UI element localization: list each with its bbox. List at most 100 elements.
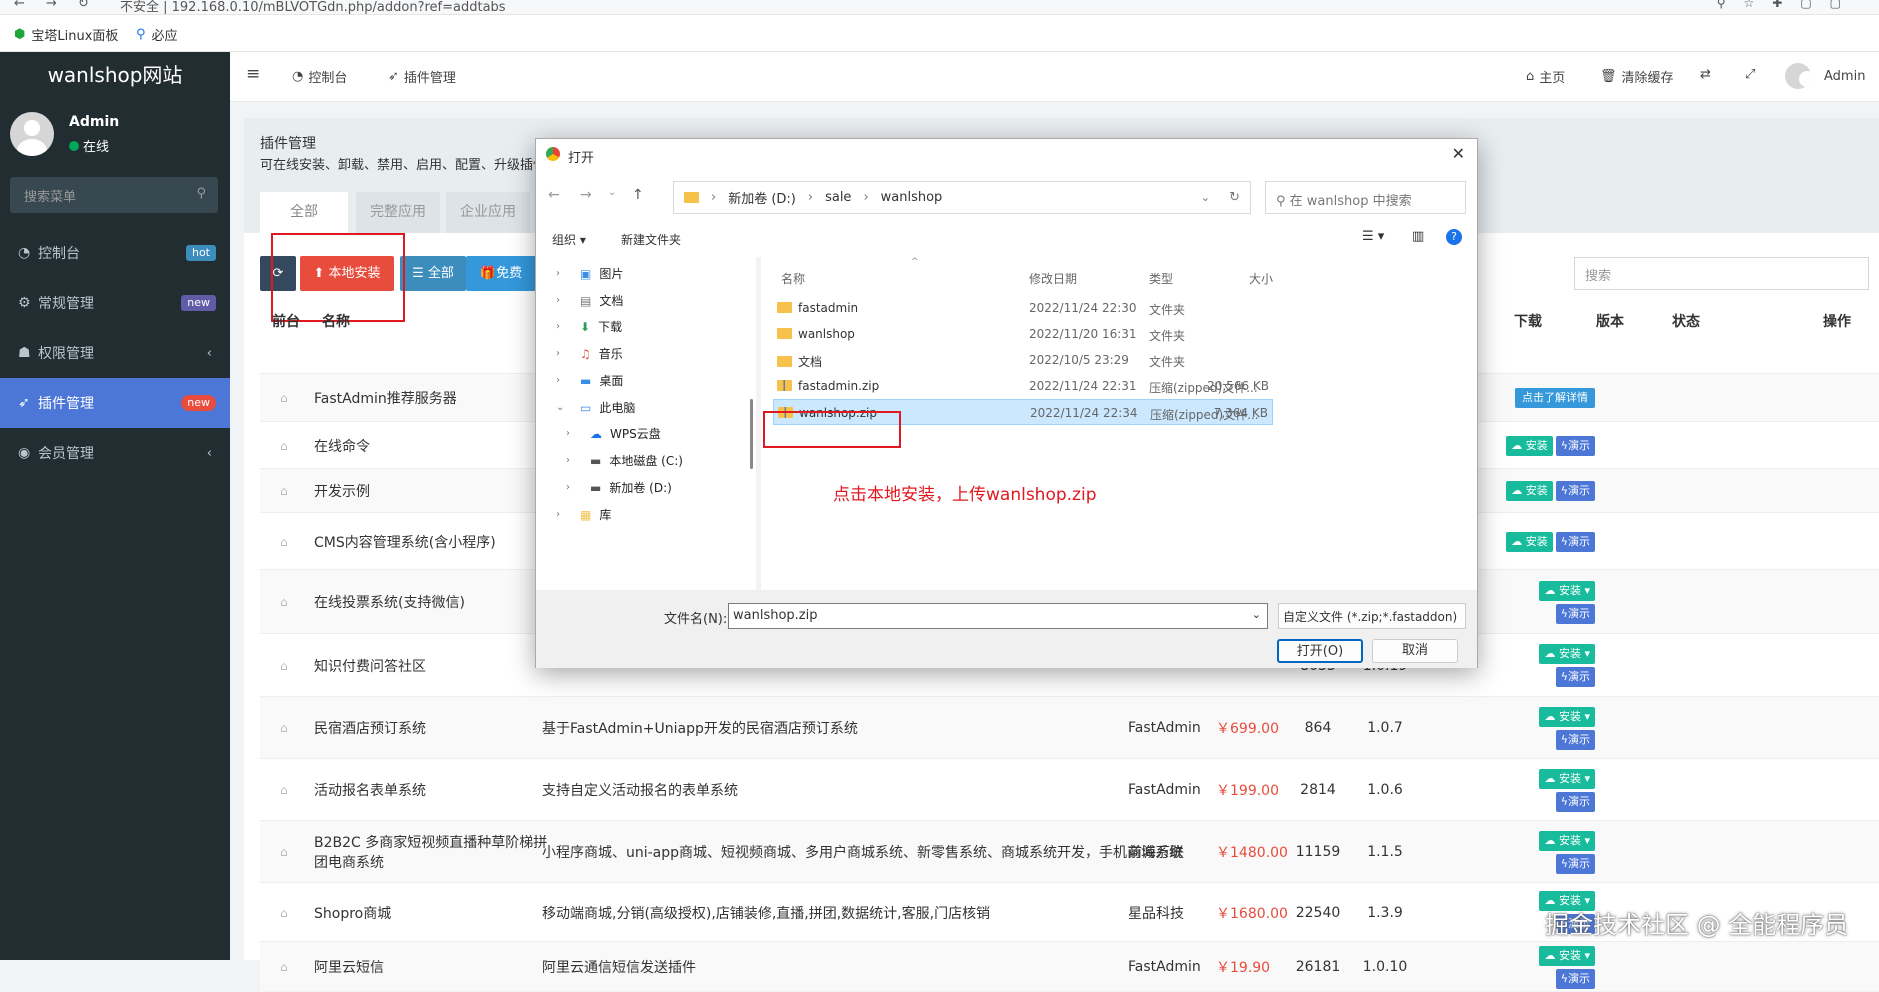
translate-icon[interactable]: ⇄ [1700,67,1711,82]
demo-button[interactable]: ϟ演示 [1555,481,1595,501]
install-button[interactable]: ☁ 安装 [1506,435,1553,456]
refresh-icon[interactable]: ↻ [1229,190,1240,205]
install-dropdown-button[interactable]: ☁ 安装 ▾ [1539,644,1595,664]
sidebar-item-dashboard[interactable]: ◔ 控制台 hot [0,228,230,278]
demo-button[interactable]: ϟ演示 [1555,435,1595,456]
sidebar-item-member[interactable]: ◉ 会员管理 ‹ [0,428,230,478]
up-icon[interactable]: ↑ [632,187,644,203]
help-icon[interactable]: ? [1446,229,1462,245]
home-icon[interactable]: ⌂ [280,374,288,422]
demo-button[interactable]: ϟ演示 [1555,603,1595,624]
addon-name[interactable]: FastAdmin推荐服务器 [314,374,457,422]
filetype-select[interactable]: 自定义文件 (*.zip;*.fastaddon) [1278,603,1466,629]
chevron-down-icon[interactable]: ⌄ [1201,191,1210,204]
file-row[interactable]: fastadmin 2022/11/24 22:30 文件夹 [773,295,1273,321]
install-dropdown-button[interactable]: ☁ 安装 ▾ [1539,945,1595,966]
chevron-right-icon[interactable]: › [556,509,572,520]
search-icon[interactable]: ⚲ [196,186,206,201]
tree-item[interactable]: › ▬ 本地磁盘 (C:) [566,452,683,469]
install-button[interactable]: ☁ 安装 [1506,531,1553,552]
path-segment[interactable]: wanlshop [881,190,943,205]
filename-input[interactable]: wanlshop.zip ⌄ [728,603,1268,629]
addon-name[interactable]: 在线投票系统(支持微信) [314,570,465,634]
reload-icon[interactable]: ↻ [78,0,89,11]
addon-name[interactable]: 知识付费问答社区 [314,634,426,697]
col-type[interactable]: 类型 [1149,270,1173,287]
demo-button[interactable]: ϟ演示 [1555,729,1595,750]
chevron-right-icon[interactable]: › [566,455,582,466]
tab-enterprise[interactable]: 企业应用 [446,192,530,233]
addon-name[interactable]: CMS内容管理系统(含小程序) [314,513,496,570]
clear-cache-button[interactable]: 🗑 清除缓存 [1600,67,1674,86]
demo-button[interactable]: ϟ演示 [1555,968,1595,989]
addon-name[interactable]: 在线命令 [314,422,370,469]
user-menu[interactable]: Admin [1785,63,1865,89]
install-button[interactable]: ☁ 安装 [1506,481,1553,501]
demo-button[interactable]: ϟ演示 [1555,853,1595,874]
home-icon[interactable]: ⌂ [280,942,288,992]
tab-full-app[interactable]: 完整应用 [356,192,440,233]
chevron-right-icon[interactable]: › [556,348,572,359]
demo-button[interactable]: ϟ演示 [1555,667,1595,687]
chevron-right-icon[interactable]: › [556,321,572,332]
tree-item[interactable]: › ♫ 音乐 [556,345,623,362]
home-icon[interactable]: ⌂ [280,469,288,513]
chevron-right-icon[interactable]: › [556,268,572,279]
install-dropdown-button[interactable]: ☁ 安装 ▾ [1539,768,1595,789]
tree-item[interactable]: ⌄ ▭ 此电脑 [556,399,635,416]
tab-all[interactable]: 全部 [260,192,348,233]
demo-button[interactable]: ϟ演示 [1555,531,1595,552]
filter-all-button[interactable]: ☰ 全部 [400,256,466,291]
view-options-icon[interactable]: ☰ ▾ [1362,229,1384,244]
url-text[interactable]: 不安全 | 192.168.0.10/mBLVOTGdn.php/addon?r… [120,0,506,14]
file-row[interactable]: fastadmin.zip 2022/11/24 22:31 压缩(zipped)文… [773,373,1273,399]
col-size[interactable]: 大小 [1249,270,1273,287]
browser-toolbar-icons[interactable]: ⚲☆✚▢▢ [1717,0,1859,10]
col-date[interactable]: 修改日期 [1029,270,1077,287]
home-icon[interactable]: ⌂ [280,697,288,759]
tree-item[interactable]: › ▦ 库 [556,506,611,523]
home-icon[interactable]: ⌂ [280,422,288,469]
hamburger-icon[interactable]: ≡ [246,64,260,84]
tree-item[interactable]: › ▤ 文档 [556,292,623,309]
addon-name[interactable]: Shopro商城 [314,883,391,942]
path-segment[interactable]: sale [825,190,851,205]
forward-icon[interactable]: → [46,0,57,11]
open-button[interactable]: 打开(O) [1277,639,1363,663]
chevron-right-icon[interactable]: › [556,295,572,306]
home-icon[interactable]: ⌂ [280,513,288,570]
addon-name[interactable]: 阿里云短信 [314,942,384,992]
addon-name[interactable]: B2B2C 多商家短视频直播种草阶梯拼 团电商系统 [314,821,547,883]
back-icon[interactable]: ← [14,0,25,11]
bookmark-bing[interactable]: ⚲ 必应 [136,25,178,44]
fullscreen-icon[interactable]: ⤢ [1745,67,1755,82]
back-icon[interactable]: ← [548,187,560,203]
tree-item[interactable]: › ▬ 新加卷 (D:) [566,479,672,496]
tree-item[interactable]: › ▣ 图片 [556,265,623,282]
brand-logo[interactable]: wanlshop网站 [0,52,230,98]
col-filename[interactable]: 名称 [781,270,805,287]
menu-search-input[interactable]: 搜索菜单 ⚲ [10,177,218,213]
chevron-down-icon[interactable]: ⌄ [556,402,572,413]
tab-addon[interactable]: ➶ 插件管理 [388,67,456,86]
file-row[interactable]: 文档 2022/10/5 23:29 文件夹 [773,347,1273,373]
address-bar[interactable]: › 新加卷 (D:) › sale › wanlshop ⌄ ↻ [673,181,1251,214]
bookmark-baota[interactable]: ⬢ 宝塔Linux面板 [14,25,118,44]
home-icon[interactable]: ⌂ [280,570,288,634]
filter-free-button[interactable]: 🎁免费 [466,256,536,291]
cancel-button[interactable]: 取消 [1372,639,1458,663]
addon-name[interactable]: 民宿酒店预订系统 [314,697,426,759]
chevron-right-icon[interactable]: › [556,375,572,386]
tab-dashboard[interactable]: ◔ 控制台 [292,67,347,86]
addon-search-input[interactable]: 搜索 [1574,257,1869,290]
install-dropdown-button[interactable]: ☁ 安装 ▾ [1539,830,1595,851]
tree-item[interactable]: › ⬇ 下载 [556,318,622,335]
tree-item[interactable]: › ▬ 桌面 [556,372,623,389]
sidebar-item-auth[interactable]: ☗ 权限管理 ‹ [0,328,230,378]
new-folder-button[interactable]: 新建文件夹 [621,231,681,248]
chevron-right-icon[interactable]: › [566,428,582,439]
tree-scrollbar[interactable] [750,399,753,469]
organize-button[interactable]: 组织 ▾ [552,231,586,248]
path-segment[interactable]: 新加卷 (D:) [728,188,796,207]
addon-name[interactable]: 开发示例 [314,469,370,513]
